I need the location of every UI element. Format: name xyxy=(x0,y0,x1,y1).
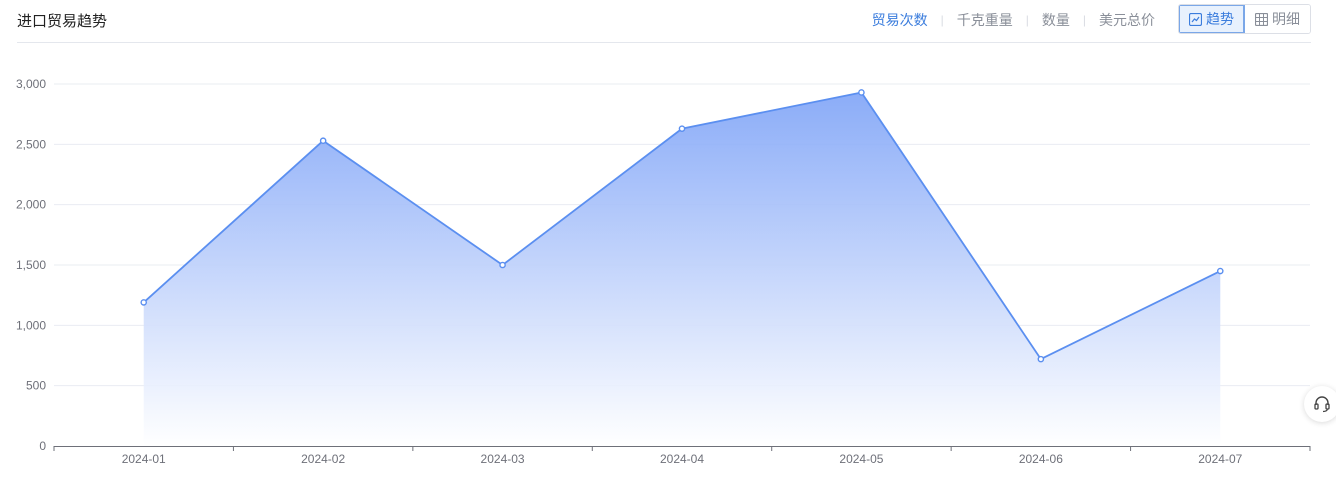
data-point xyxy=(1216,267,1224,275)
y-tick-label: 500 xyxy=(26,379,46,393)
y-tick-label: 2,500 xyxy=(16,137,46,151)
y-tick-label: 0 xyxy=(39,439,46,453)
x-tick-label: 2024-06 xyxy=(1019,452,1063,466)
trend-area-chart: 0 500 1,000 1,500 2,000 2,500 3,000 2024-01 2024… xyxy=(16,77,1311,466)
data-point xyxy=(140,299,148,306)
view-toggle: 趋势 明细 xyxy=(1178,4,1311,34)
tab-separator: | xyxy=(940,13,944,27)
x-tick-label: 2024-02 xyxy=(301,452,345,466)
x-tick-label: 2024-07 xyxy=(1198,452,1242,466)
trend-view-label: 趋势 xyxy=(1206,11,1234,27)
data-point xyxy=(319,137,327,145)
headset-icon xyxy=(1314,396,1330,413)
tab-weight-kg[interactable]: 千克重量 xyxy=(957,10,1013,30)
trend-view-button[interactable]: 趋势 xyxy=(1179,5,1245,33)
y-tick-label: 1,000 xyxy=(16,318,46,332)
detail-view-label: 明细 xyxy=(1272,11,1300,27)
x-tick-label: 2024-03 xyxy=(481,452,525,466)
tab-separator: | xyxy=(1082,13,1086,27)
page-title: 进口贸易趋势 xyxy=(17,13,108,30)
y-tick-label: 2,000 xyxy=(16,198,46,212)
area-fill xyxy=(143,92,1221,447)
table-grid-icon xyxy=(1255,12,1268,26)
data-point xyxy=(499,261,506,269)
data-point xyxy=(678,125,686,132)
tab-quantity[interactable]: 数量 xyxy=(1042,10,1070,30)
y-tick-label: 1,500 xyxy=(16,258,46,272)
tab-usd-total[interactable]: 美元总价 xyxy=(1099,10,1155,30)
data-point xyxy=(1037,355,1045,363)
y-tick-label: 3,000 xyxy=(16,77,46,91)
data-point xyxy=(858,89,865,96)
support-button[interactable] xyxy=(1304,386,1336,422)
tab-separator: | xyxy=(1025,13,1029,27)
chart-header: 进口贸易趋势 贸易次数 | 千克重量 | 数量 | 美元总价 趋势 明细 xyxy=(17,0,1311,43)
metric-tabs: 贸易次数 | 千克重量 | 数量 | 美元总价 xyxy=(872,10,1155,30)
detail-view-button[interactable]: 明细 xyxy=(1245,5,1310,33)
x-tick-label: 2024-04 xyxy=(660,452,704,466)
x-tick-label: 2024-05 xyxy=(839,452,883,466)
x-tick-label: 2024-01 xyxy=(122,452,166,466)
tab-trade-count[interactable]: 贸易次数 xyxy=(872,10,928,30)
trend-chart-icon xyxy=(1189,12,1202,26)
